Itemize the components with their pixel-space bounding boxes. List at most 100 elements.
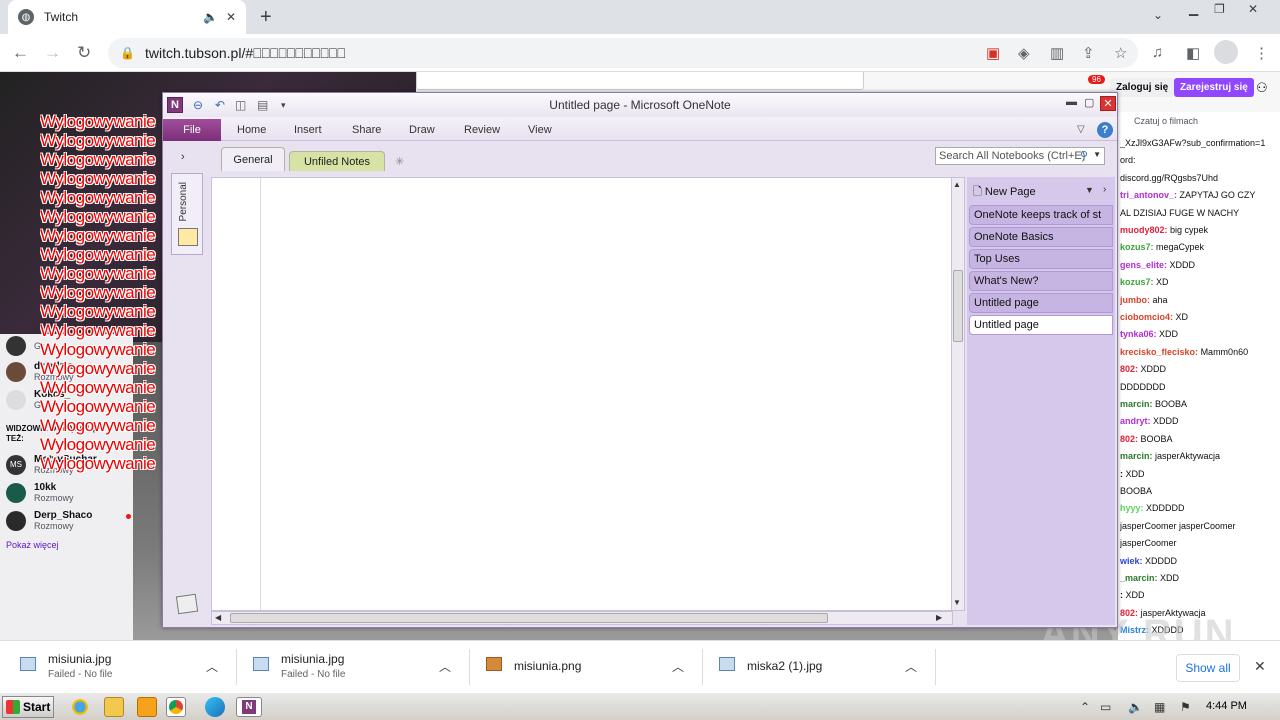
chat-username[interactable]: kozus7: — [1120, 277, 1154, 287]
chat-username[interactable]: 802: — [1120, 434, 1138, 444]
new-page-button[interactable]: 🗋 New Page — [973, 183, 1036, 202]
back-icon[interactable]: ← — [12, 43, 29, 63]
show-all-button[interactable]: Show all — [1176, 654, 1240, 682]
sidebar-recommended[interactable]: Derp_Shaco Rozmowy — [6, 510, 92, 531]
chat-username[interactable]: 802: — [1120, 364, 1138, 374]
scroll-right-icon[interactable]: ▶ — [936, 613, 942, 622]
scroll-left-icon[interactable]: ◀ — [215, 613, 221, 622]
ribbon-collapse-icon[interactable]: ▽ — [1077, 124, 1085, 135]
chevron-up-icon[interactable]: ︿ — [672, 658, 684, 675]
sidebar-recommended[interactable]: 10kk Rozmowy — [6, 482, 74, 503]
blocked-popup-icon[interactable]: ▣ — [986, 44, 1000, 62]
tab-search-icon[interactable]: ⌄ — [1153, 8, 1163, 22]
tab-insert[interactable]: Insert — [294, 124, 322, 136]
user-icon[interactable]: ⚇ — [1256, 80, 1268, 96]
chat-username[interactable]: tynka06: — [1120, 329, 1157, 339]
tab-review[interactable]: Review — [464, 124, 500, 136]
sidebar-channel[interactable]: Gr — [6, 336, 44, 356]
download-item[interactable]: misiunia.jpg Failed - No file ︿ — [253, 649, 485, 685]
onenote-taskbar-icon[interactable]: N — [236, 697, 262, 717]
chat-username[interactable]: marcin: — [1120, 399, 1153, 409]
page-tab[interactable]: OneNote Basics — [969, 227, 1113, 247]
section-tab-unfiled[interactable]: Unfiled Notes — [289, 151, 385, 171]
vertical-scrollbar[interactable]: ▲ ▼ — [951, 177, 965, 611]
search-icon[interactable]: ⚲ — [1080, 149, 1088, 162]
maximize-icon[interactable]: ▢ — [1084, 96, 1094, 109]
chat-username[interactable]: jumbo: — [1120, 295, 1150, 305]
close-window-icon[interactable]: ✕ — [1248, 2, 1258, 16]
scroll-down-icon[interactable]: ▼ — [953, 598, 961, 607]
volume-icon[interactable]: 🔈 — [1128, 700, 1143, 714]
tab-view[interactable]: View — [528, 124, 552, 136]
chat-username[interactable]: marcin: — [1120, 451, 1153, 461]
download-item[interactable]: misiunia.jpg Failed - No file ︿ — [20, 649, 252, 685]
chat-username[interactable]: hyyy: — [1120, 503, 1144, 513]
tray-expand-icon[interactable]: ⌃ — [1080, 700, 1090, 714]
minimize-icon[interactable]: ▁ — [1189, 2, 1198, 16]
start-button[interactable]: Start — [2, 696, 54, 718]
new-section-icon[interactable]: ✳ — [395, 155, 404, 168]
horizontal-scroll-thumb[interactable] — [230, 613, 828, 623]
speaker-icon[interactable]: 🔈 — [203, 10, 218, 24]
url-text[interactable]: twitch.tubson.pl/#⎕⎕⎕⎕⎕⎕⎕⎕⎕⎕⎕ — [145, 45, 346, 62]
forward-icon[interactable]: → — [44, 43, 61, 63]
download-item[interactable]: miska2 (1).jpg ︿ — [719, 649, 951, 685]
edge-icon[interactable] — [205, 697, 225, 717]
note-page-canvas[interactable] — [211, 177, 953, 611]
close-tab-icon[interactable]: ✕ — [226, 10, 236, 24]
chat-username[interactable]: tri_antonov_: — [1120, 190, 1177, 200]
sidepanel-icon[interactable]: ◧ — [1186, 44, 1200, 62]
media-icon[interactable]: ♫ — [1152, 44, 1163, 61]
file-tab[interactable]: File — [163, 119, 221, 141]
chat-username[interactable]: andryt: — [1120, 416, 1151, 426]
chat-username[interactable]: : — [1120, 469, 1123, 479]
chevron-up-icon[interactable]: ︿ — [206, 658, 218, 675]
folder-icon[interactable] — [104, 697, 124, 717]
network-icon[interactable]: ▦ — [1154, 700, 1165, 714]
reading-icon[interactable]: ▥ — [1050, 44, 1064, 62]
chat-username[interactable]: ciobomcio4: — [1120, 312, 1173, 322]
chat-username[interactable]: muody802: — [1120, 225, 1168, 235]
login-button[interactable]: Zaloguj się — [1110, 78, 1175, 97]
page-tab[interactable]: Untitled page — [969, 293, 1113, 313]
collapse-pages-icon[interactable]: › — [1103, 184, 1106, 195]
address-bar[interactable]: 🔒 twitch.tubson.pl/#⎕⎕⎕⎕⎕⎕⎕⎕⎕⎕⎕ — [108, 38, 1138, 68]
help-icon[interactable]: ? — [1097, 122, 1113, 138]
notebook-personal[interactable]: Personal — [171, 173, 203, 255]
restore-icon[interactable]: ❐ — [1214, 2, 1225, 16]
extension-icon[interactable]: ◈ — [1018, 44, 1030, 62]
close-icon[interactable]: ✕ — [1254, 658, 1266, 675]
chat-username[interactable]: wiek: — [1120, 556, 1143, 566]
section-tab-general[interactable]: General — [221, 147, 285, 171]
page-tab[interactable]: Top Uses — [969, 249, 1113, 269]
chrome-icon[interactable] — [166, 697, 186, 717]
expand-nav-icon[interactable]: › — [181, 151, 185, 163]
page-tab-active[interactable]: Untitled page — [969, 315, 1113, 335]
bookmark-star-icon[interactable]: ☆ — [1114, 44, 1127, 62]
show-more-link[interactable]: Pokaż więcej — [6, 540, 59, 550]
close-icon[interactable]: ✕ — [1100, 96, 1116, 111]
chat-username[interactable]: : — [1120, 590, 1123, 600]
new-tab-button[interactable]: + — [260, 6, 272, 29]
browser-tab[interactable]: ◍ Twitch 🔈 ✕ — [8, 0, 246, 34]
tray-device-icon[interactable]: ▭ — [1100, 700, 1111, 714]
tab-draw[interactable]: Draw — [409, 124, 435, 136]
profile-avatar[interactable] — [1214, 40, 1238, 64]
unfiled-notes-icon[interactable] — [175, 593, 199, 615]
page-search-box[interactable] — [416, 72, 864, 90]
tab-share[interactable]: Share — [352, 124, 381, 136]
vertical-scroll-thumb[interactable] — [953, 270, 963, 342]
search-scope-dropdown-icon[interactable]: ▼ — [1093, 150, 1101, 159]
share-icon[interactable]: ⇪ — [1082, 44, 1095, 62]
chat-username[interactable]: gens_elite: — [1120, 260, 1167, 270]
ie-icon[interactable] — [70, 697, 90, 717]
search-notebooks-input[interactable]: Search All Notebooks (Ctrl+E) ⚲ ▼ — [935, 147, 1105, 165]
register-button[interactable]: Zarejestruj się — [1174, 78, 1254, 97]
chevron-up-icon[interactable]: ︿ — [905, 658, 917, 675]
media-player-icon[interactable] — [137, 697, 157, 717]
menu-icon[interactable]: ⋮ — [1254, 44, 1269, 62]
horizontal-scrollbar[interactable]: ◀ ▶ — [211, 611, 953, 625]
minimize-icon[interactable]: ▬ — [1066, 96, 1077, 108]
chat-username[interactable]: krecisko_flecisko: — [1120, 347, 1198, 357]
flag-icon[interactable]: ⚑ — [1180, 700, 1191, 714]
